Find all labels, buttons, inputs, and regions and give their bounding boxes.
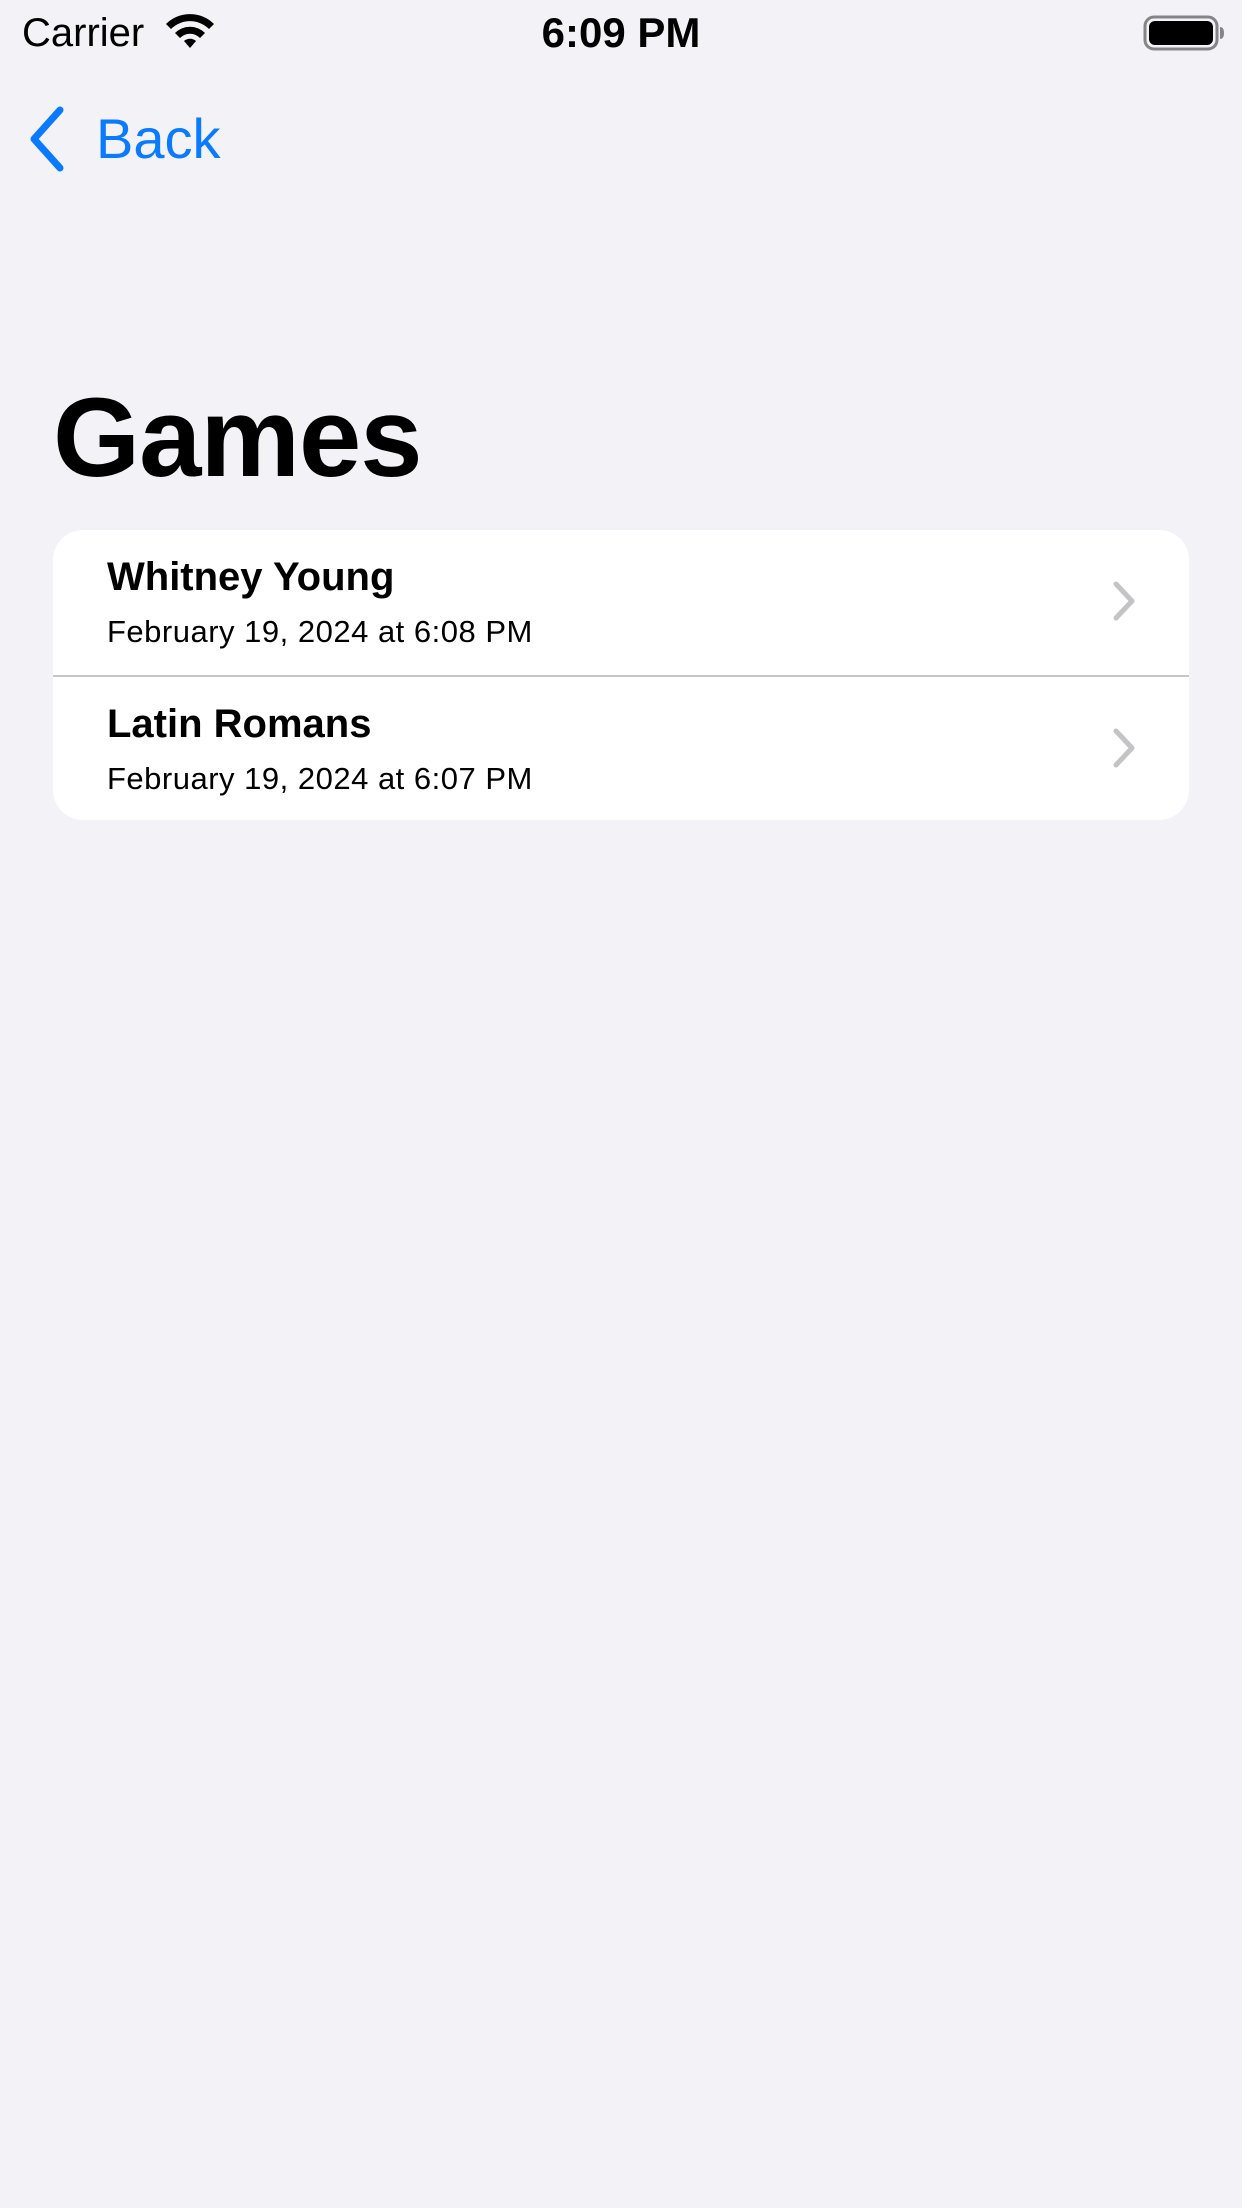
back-button[interactable]: Back: [26, 104, 221, 174]
page-title: Games: [53, 375, 423, 500]
status-time: 6:09 PM: [541, 9, 701, 56]
back-label: Back: [96, 107, 221, 170]
chevron-right-icon: [1113, 581, 1135, 621]
game-date: February 19, 2024 at 6:07 PM: [107, 761, 533, 796]
games-list: Whitney Young February 19, 2024 at 6:08 …: [53, 530, 1189, 820]
battery-full-icon: [1143, 15, 1224, 51]
game-title: Whitney Young: [107, 555, 395, 599]
game-row[interactable]: Latin Romans February 19, 2024 at 6:07 P…: [53, 675, 1189, 820]
game-date: February 19, 2024 at 6:08 PM: [107, 614, 533, 649]
screen: Carrier 6:09 PM Back Games Whitney Young…: [0, 0, 1242, 2208]
chevron-left-icon: [30, 106, 64, 172]
status-bar: Carrier 6:09 PM: [0, 0, 1242, 66]
chevron-right-icon: [1113, 728, 1135, 768]
game-row[interactable]: Whitney Young February 19, 2024 at 6:08 …: [53, 530, 1189, 675]
game-title: Latin Romans: [107, 702, 372, 746]
